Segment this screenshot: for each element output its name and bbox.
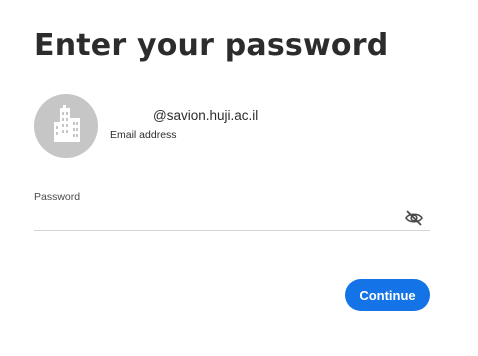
continue-button[interactable]: Continue bbox=[345, 279, 430, 311]
eye-hidden-icon[interactable] bbox=[404, 208, 424, 228]
avatar bbox=[34, 94, 98, 158]
email-value: @savion.huji.ac.il bbox=[153, 108, 259, 123]
password-input[interactable] bbox=[34, 206, 430, 231]
password-label: Password bbox=[34, 191, 81, 203]
page-title: Enter your password bbox=[34, 28, 389, 63]
building-icon bbox=[54, 105, 80, 142]
email-label: Email address bbox=[110, 129, 177, 141]
password-page: Enter your password @savion.huji.ac.il E… bbox=[0, 0, 478, 356]
